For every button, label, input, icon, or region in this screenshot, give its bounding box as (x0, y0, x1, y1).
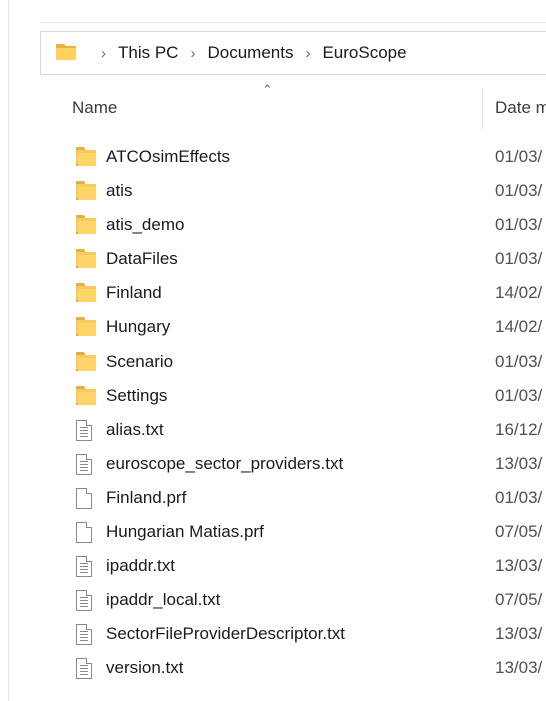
text-file-icon (76, 419, 96, 441)
text-file-icon (76, 624, 96, 646)
breadcrumb-this-pc[interactable]: This PC (118, 43, 178, 63)
file-row[interactable]: Finland 14/02/ (72, 276, 546, 310)
file-date-modified: 16/12/ (495, 419, 543, 439)
chevron-right-icon[interactable]: › (190, 45, 195, 62)
folder-icon (76, 147, 96, 168)
file-date-modified: 01/03/ (495, 351, 543, 371)
file-row[interactable]: Finland.prf 01/03/ (72, 481, 546, 515)
file-date-modified: 07/05/ (495, 590, 543, 610)
file-date-modified: 07/05/ (495, 522, 543, 542)
folder-icon (76, 181, 96, 202)
file-list: ATCOsimEffects 01/03/atis 01/03/atis_demo 0… (72, 140, 546, 686)
file-date-modified: 01/03/ (495, 385, 543, 405)
file-date-modified: 01/03/ (495, 181, 543, 201)
file-row[interactable]: euroscope_sector_providers.txt 13/03/ (72, 447, 546, 481)
file-date-modified: 01/03/ (495, 215, 543, 235)
folder-icon (76, 215, 96, 236)
file-name: ipaddr_local.txt (106, 590, 221, 610)
file-date-modified: 01/03/ (495, 487, 543, 507)
column-header-name[interactable]: Name (72, 98, 117, 118)
folder-icon (76, 317, 96, 338)
file-name: version.txt (106, 658, 184, 678)
file-date-modified: 13/03/ (495, 556, 543, 576)
file-date-modified: 14/02/ (495, 317, 543, 337)
file-date-modified: 01/03/ (495, 147, 543, 166)
file-row[interactable]: SectorFileProviderDescriptor.txt 13/03/ (72, 617, 546, 651)
file-row[interactable]: ipaddr.txt 13/03/ (72, 549, 546, 583)
chevron-right-icon[interactable]: › (101, 45, 106, 62)
file-date-modified: 13/03/ (495, 658, 543, 678)
file-row[interactable]: Hungary 14/02/ (72, 310, 546, 344)
file-name: Finland.prf (106, 487, 187, 507)
file-name: ipaddr.txt (106, 556, 175, 576)
file-row[interactable]: ipaddr_local.txt 07/05/ (72, 583, 546, 617)
file-name: Finland (106, 283, 162, 303)
chevron-up-icon: ⌃ (262, 82, 273, 97)
file-name: atis (106, 181, 133, 201)
folder-icon (55, 41, 77, 66)
chevron-right-icon[interactable]: › (305, 45, 310, 62)
folder-icon (76, 351, 96, 373)
file-icon (76, 522, 96, 544)
file-name: DataFiles (106, 249, 178, 269)
file-row[interactable]: Hungarian Matias.prf 07/05/ (72, 515, 546, 549)
text-file-icon (76, 590, 96, 612)
file-name: alias.txt (106, 419, 164, 439)
breadcrumb-documents[interactable]: Documents (207, 43, 293, 63)
file-name: Hungarian Matias.prf (106, 522, 264, 542)
file-date-modified: 13/03/ (495, 453, 543, 473)
file-row[interactable]: version.txt 13/03/ (72, 651, 546, 685)
file-name: Settings (106, 385, 168, 405)
file-row[interactable]: atis_demo 01/03/ (72, 208, 546, 242)
address-bar[interactable]: › This PC › Documents › EuroScope (40, 31, 546, 75)
file-row[interactable]: Settings 01/03/ (72, 379, 546, 413)
file-row[interactable]: Scenario 01/03/ (72, 345, 546, 379)
folder-icon (76, 249, 96, 270)
file-row[interactable]: ATCOsimEffects 01/03/ (72, 140, 546, 174)
file-name: euroscope_sector_providers.txt (106, 453, 344, 473)
file-date-modified: 14/02/ (495, 283, 543, 303)
column-divider[interactable] (482, 88, 483, 130)
file-date-modified: 01/03/ (495, 249, 543, 269)
column-header-date-modified[interactable]: Date m (495, 98, 546, 118)
file-name: SectorFileProviderDescriptor.txt (106, 624, 346, 644)
text-file-icon (76, 453, 96, 475)
file-name: atis_demo (106, 215, 185, 235)
file-row[interactable]: DataFiles 01/03/ (72, 242, 546, 276)
file-name: Scenario (106, 351, 174, 371)
toolbar-divider (40, 22, 546, 23)
breadcrumb-euroscope[interactable]: EuroScope (322, 43, 406, 63)
file-name: ATCOsimEffects (106, 147, 231, 166)
file-row[interactable]: alias.txt 16/12/ (72, 413, 546, 447)
file-icon (76, 487, 96, 509)
file-row[interactable]: atis 01/03/ (72, 174, 546, 208)
text-file-icon (76, 658, 96, 680)
text-file-icon (76, 556, 96, 578)
folder-icon (76, 385, 96, 407)
window-left-border (8, 0, 9, 701)
file-name: Hungary (106, 317, 171, 337)
column-header-row: ⌃ Name Date m (72, 82, 546, 130)
folder-icon (76, 283, 96, 304)
file-date-modified: 13/03/ (495, 624, 543, 644)
